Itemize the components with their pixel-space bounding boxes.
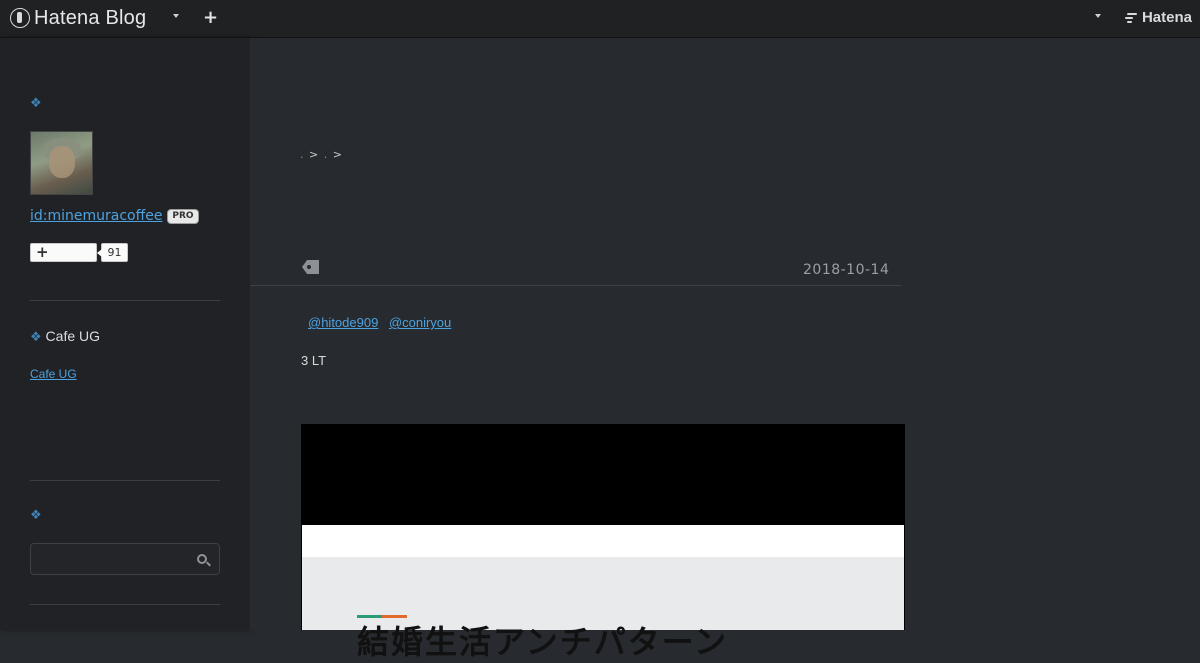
breadcrumb-separator: > [309,148,320,161]
slide-title: 結婚生活アンチパターン [357,623,729,661]
divider [250,285,901,286]
slide-header-band [302,525,904,557]
brand-label: Hatena Blog [34,6,147,29]
profile-link[interactable]: id:minemuracoffee [30,208,163,224]
section-heading-icon: ❖ [30,96,42,111]
entry-date[interactable]: 2018-10-14 [803,262,889,278]
chevron-down-icon[interactable] [173,14,179,18]
slide-body: 結婚生活アンチパターン [302,557,904,661]
add-entry-button[interactable]: + [203,7,218,29]
hatena-blog-icon [10,8,30,28]
follow-button[interactable]: + [30,243,97,262]
hatena-label: Hatena [1141,9,1192,26]
divider [30,480,220,481]
section-heading-icon: ❖ [30,508,42,523]
diamond-icon: ❖ [30,329,42,344]
mention-link[interactable]: @coniryou [389,315,451,330]
avatar[interactable] [30,131,93,195]
cafe-ug-link[interactable]: Cafe UG [30,367,77,381]
section-heading-cafe-ug: ❖ Cafe UG [30,328,100,345]
hatena-blog-logo[interactable]: Hatena Blog [10,7,146,29]
entry-body-text: 3 LT [301,353,327,368]
chevron-down-icon[interactable] [1095,14,1101,18]
follower-count[interactable]: 91 [97,243,128,262]
section-title: Cafe UG [45,328,101,344]
hatena-wave-icon [1124,12,1139,24]
hatena-account-menu[interactable]: Hatena [1124,9,1192,26]
avatar-face [49,146,75,178]
sidebar: ❖ id:minemuracoffee PRO + 91 ❖ Cafe UG C… [0,38,250,630]
mention-link[interactable]: @hitode909 [308,315,378,330]
plus-icon: + [36,243,49,261]
breadcrumb-separator: > [332,148,343,161]
breadcrumb-link[interactable]: . [300,148,305,161]
search-icon[interactable] [197,554,207,564]
breadcrumb-link[interactable]: . [324,148,329,161]
main-content: . > . > 2018-10-14 @hitode909 @coniryou … [250,38,1200,661]
tag-icon[interactable] [302,260,319,274]
global-header: Hatena Blog + Hatena [0,0,1200,38]
breadcrumb: . > . > [300,148,343,161]
slide-accent-line [357,603,407,618]
divider [30,300,220,301]
mentions: @hitode909 @coniryou [308,315,458,330]
divider [30,604,220,605]
slide-embed[interactable]: 結婚生活アンチパターン [301,424,905,661]
search-input[interactable] [30,543,220,575]
pro-badge: PRO [167,209,199,224]
